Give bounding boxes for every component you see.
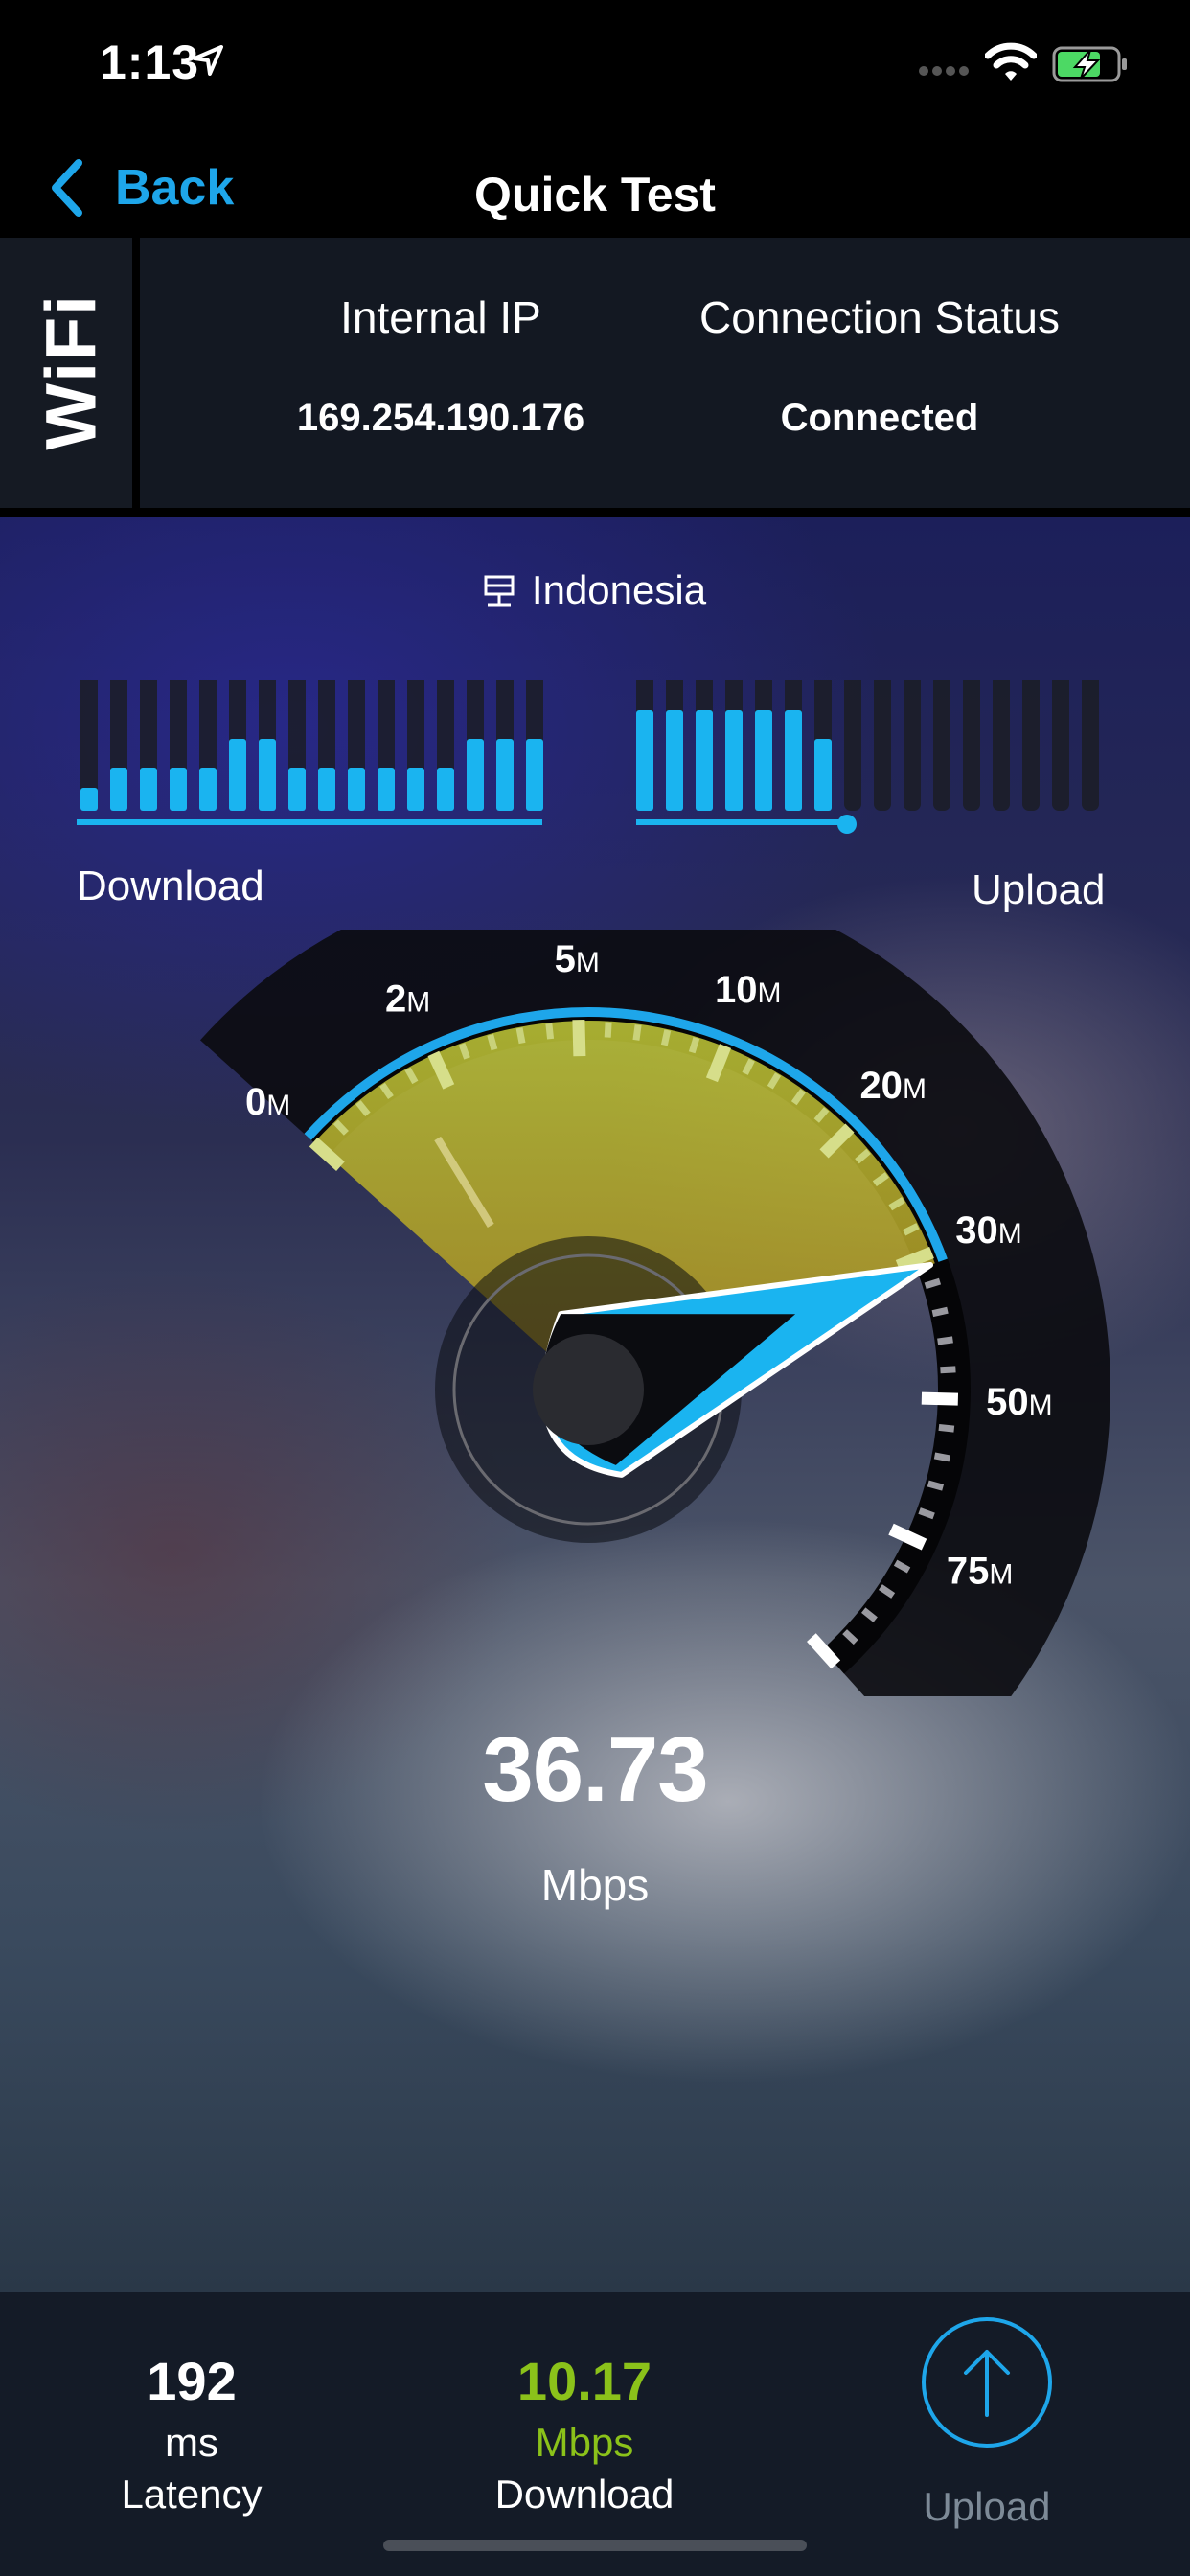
upload-label: Upload	[923, 2484, 1051, 2529]
upload-graph-slot	[844, 680, 861, 811]
download-graph-bar	[170, 768, 187, 811]
internal-ip-value: 169.254.190.176	[296, 397, 585, 439]
gauge-minor-tick	[604, 1022, 612, 1038]
upload-graph-slot	[904, 680, 921, 811]
upload-graph-bar	[636, 710, 653, 811]
gauge-hub-cap	[533, 1334, 644, 1445]
download-graph-bar	[348, 768, 365, 811]
latency-value: 192	[147, 2351, 237, 2411]
speed-gauge: 0M2M5M10M20M30M50M75M100M	[200, 930, 1110, 1696]
download-graph-bar	[496, 739, 514, 811]
latency-label: Latency	[121, 2472, 263, 2517]
gauge-minor-tick	[688, 1036, 700, 1054]
gauge-minor-tick	[927, 1480, 945, 1491]
wifi-icon	[985, 42, 1037, 80]
gauge-minor-tick	[924, 1277, 942, 1290]
download-graph-bar	[378, 768, 395, 811]
upload-progress-dot	[837, 815, 857, 834]
gauge-minor-tick	[937, 1336, 953, 1346]
upload-button[interactable]	[922, 2317, 1052, 2448]
connection-type-label: WiFi	[31, 293, 111, 450]
arrow-up-icon	[964, 2350, 1010, 2417]
download-graph-bar	[288, 768, 306, 811]
download-graph-label: Download	[77, 862, 264, 909]
download-graph-bar	[199, 768, 217, 811]
download-stat: 10.17 Mbps Download	[441, 2350, 728, 2518]
download-label: Download	[494, 2472, 675, 2517]
gauge-minor-tick	[933, 1452, 950, 1462]
download-value: 10.17	[516, 2351, 652, 2411]
upload-graph-slot	[963, 680, 980, 811]
gauge-minor-tick	[487, 1033, 498, 1051]
connection-type-tab: WiFi	[0, 238, 140, 510]
gauge-minor-tick	[938, 1423, 955, 1433]
gauge-minor-tick	[940, 1366, 956, 1374]
download-graph-bar	[110, 768, 127, 811]
location-arrow-icon	[193, 45, 223, 76]
speed-unit: Mbps	[540, 1860, 650, 1910]
latency-stat: 192 ms Latency	[48, 2350, 335, 2518]
upload-graph-bar	[725, 710, 743, 811]
upload-graph-slot	[993, 680, 1010, 811]
server-location[interactable]: Indonesia	[0, 567, 1190, 613]
download-graph-bar	[259, 739, 276, 811]
upload-graph-bar	[666, 710, 683, 811]
server-name: Indonesia	[531, 567, 707, 612]
speed-test-area: Indonesia Download Upload 0M 2M 5M 10M 20M 30…	[0, 518, 1190, 2292]
gauge-minor-tick	[931, 1306, 949, 1318]
server-icon	[484, 575, 515, 607]
upload-graph-slot	[1082, 680, 1099, 811]
cellular-signal-icon	[919, 66, 969, 76]
upload-graph-bar	[696, 710, 713, 811]
internal-ip-section: Internal IP 169.254.190.176	[220, 291, 661, 440]
results-bar: 192 ms Latency 10.17 Mbps Download Uploa…	[0, 2292, 1190, 2576]
upload-graph-slot	[874, 680, 891, 811]
upload-graph-label: Upload	[972, 866, 1106, 913]
gauge-major-tick	[921, 1392, 959, 1406]
connection-info-panel: WiFi Internal IP 169.254.190.176 Connect…	[0, 238, 1190, 510]
download-unit: Mbps	[535, 2420, 634, 2465]
download-graph-bar	[467, 739, 484, 811]
status-time: 1:13	[100, 35, 200, 89]
upload-graph-bar	[755, 710, 772, 811]
download-graph-bar	[229, 739, 246, 811]
battery-charging-icon	[1052, 46, 1127, 82]
connection-status-label: Connection Status	[699, 292, 1060, 342]
throughput-graphs	[77, 680, 1099, 834]
speed-value: 36.73	[482, 1718, 708, 1821]
upload-graph-bar	[814, 739, 832, 811]
upload-graph-slot	[1052, 680, 1069, 811]
download-graph-bar	[526, 739, 543, 811]
navigation-bar: Back Quick Test	[0, 134, 1190, 236]
connection-status-value: Connected	[780, 397, 979, 439]
download-graph-bar	[318, 768, 335, 811]
download-graph-bar	[140, 768, 157, 811]
internal-ip-label: Internal IP	[340, 292, 541, 342]
connection-status-section: Connection Status Connected	[659, 291, 1100, 440]
upload-graph-slot	[933, 680, 950, 811]
divider	[0, 508, 1190, 518]
download-graph-bar	[80, 788, 98, 811]
gauge-major-tick	[572, 1019, 586, 1057]
download-graph-bar	[407, 768, 424, 811]
latency-unit: ms	[165, 2420, 218, 2465]
gauge-minor-tick	[660, 1029, 672, 1046]
upload-graph-bar	[785, 710, 802, 811]
page-title: Quick Test	[474, 168, 716, 221]
status-bar: 1:13	[0, 0, 1190, 134]
download-graph-bar	[437, 768, 454, 811]
gauge-minor-tick	[632, 1024, 642, 1041]
gauge-minor-tick	[515, 1027, 526, 1045]
upload-graph-slot	[1022, 680, 1040, 811]
home-indicator	[383, 2540, 807, 2551]
gauge-minor-tick	[545, 1023, 555, 1040]
